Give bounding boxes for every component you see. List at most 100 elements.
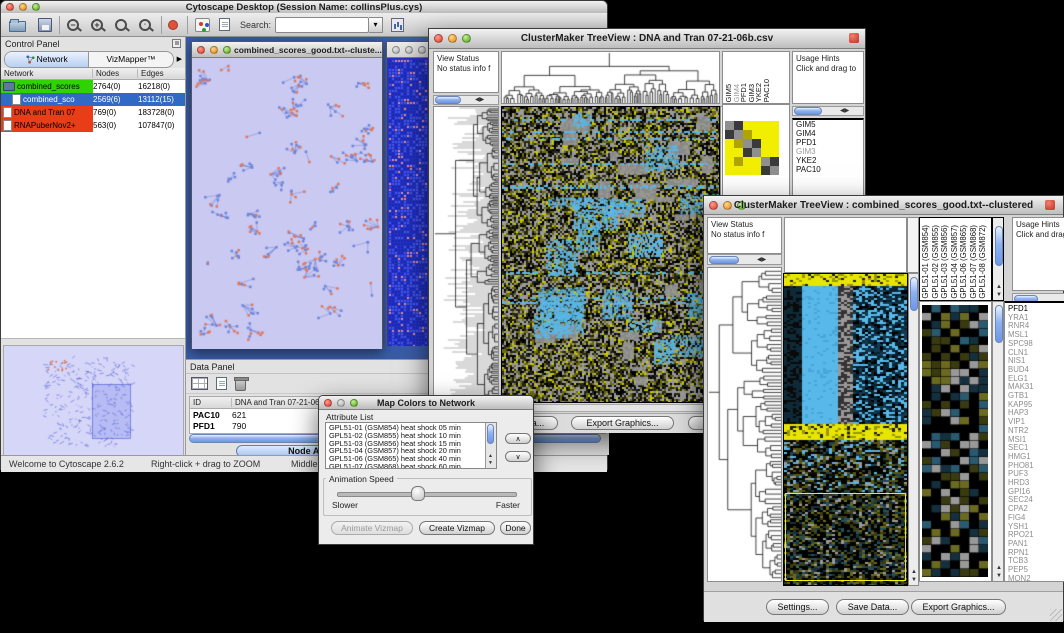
matrix-cell[interactable] xyxy=(761,157,770,166)
row-label[interactable]: PAC10 xyxy=(796,166,863,175)
tab-vizmapper[interactable]: VizMapper™ xyxy=(89,52,172,67)
annotation-icon[interactable] xyxy=(219,18,230,31)
scrollbar-thumb[interactable] xyxy=(709,256,739,264)
matrix-cell[interactable] xyxy=(770,121,779,130)
tab-overflow-arrow[interactable]: ▶ xyxy=(177,55,182,63)
scroll-up-icon[interactable]: ▲ xyxy=(996,565,1002,571)
scroll-right-icon[interactable]: ▶ xyxy=(845,108,850,114)
move-up-button[interactable]: ∧ xyxy=(505,433,531,444)
matrix-cell[interactable] xyxy=(752,157,761,166)
scroll-down-icon[interactable]: ▼ xyxy=(996,292,1002,298)
attribute-item[interactable]: GPL51-01 (GSM854) heat shock 05 min xyxy=(327,424,485,432)
scroll-up-icon[interactable]: ▲ xyxy=(488,453,493,459)
matrix-cell[interactable] xyxy=(752,130,761,139)
matrix-cell[interactable] xyxy=(761,166,770,175)
attribute-listbox[interactable]: GPL51-01 (GSM854) heat shock 05 min GPL51… xyxy=(325,422,497,469)
close-icon[interactable] xyxy=(392,46,400,54)
treeview2-genes-scrollbar[interactable]: ▲ ▼ xyxy=(992,301,1004,582)
attribute-table-icon[interactable] xyxy=(191,377,208,390)
scroll-right-icon[interactable]: ▶ xyxy=(762,257,767,263)
matrix-cell[interactable] xyxy=(725,148,734,157)
matrix-cell[interactable] xyxy=(734,139,743,148)
attribute-item[interactable]: GPL51-06 (GSM865) heat shock 40 min xyxy=(327,455,485,463)
resize-grip[interactable] xyxy=(1050,609,1062,621)
settings-button[interactable]: Settings... xyxy=(766,599,829,615)
matrix-cell[interactable] xyxy=(743,148,752,157)
matrix-cell[interactable] xyxy=(761,148,770,157)
matrix-cell[interactable] xyxy=(761,130,770,139)
attribute-item[interactable]: GPL51-04 (GSM857) heat shock 20 min xyxy=(327,447,485,455)
zoom-in-icon[interactable]: + xyxy=(91,19,103,31)
matrix-cell[interactable] xyxy=(725,166,734,175)
speed-slider-thumb[interactable] xyxy=(411,486,425,501)
scrollbar-thumb[interactable] xyxy=(794,107,822,115)
minimize-icon[interactable] xyxy=(405,46,413,54)
export-graphics-button[interactable]: Export Graphics... xyxy=(571,416,674,430)
matrix-cell[interactable] xyxy=(770,139,779,148)
network-list-row[interactable]: combined_sco2569(6)13112(15) xyxy=(1,93,185,106)
save-data-button[interactable]: Save Data... xyxy=(836,599,909,615)
matrix-cell[interactable] xyxy=(752,148,761,157)
matrix-cell[interactable] xyxy=(725,139,734,148)
scroll-up-icon[interactable]: ▲ xyxy=(911,569,917,575)
network-list-row[interactable]: DNA and Tran 07769(0)183728(0) xyxy=(1,106,185,119)
network-list-row[interactable]: RNAPuberNov2+563(0)107847(0) xyxy=(1,119,185,132)
matrix-cell[interactable] xyxy=(761,121,770,130)
matrix-cell[interactable] xyxy=(770,130,779,139)
new-attribute-icon[interactable] xyxy=(216,377,227,390)
network-list-row[interactable]: combined_scores2764(0)16218(0) xyxy=(1,80,185,93)
matrix-cell[interactable] xyxy=(725,157,734,166)
treeview1-title-bar[interactable]: ClusterMaker TreeView : DNA and Tran 07-… xyxy=(429,29,865,49)
treeview2-labels-scrollbar[interactable]: ▲ ▼ xyxy=(992,217,1004,301)
network-canvas[interactable] xyxy=(192,58,382,349)
scrollbar-thumb[interactable] xyxy=(910,277,918,311)
minimize-icon[interactable] xyxy=(210,46,218,54)
scrollbar-thumb[interactable] xyxy=(487,424,494,444)
move-down-button[interactable]: ∨ xyxy=(505,451,531,462)
heatmap-canvas[interactable] xyxy=(502,107,719,402)
view-status-scrollbar[interactable]: ◀ ▶ xyxy=(433,95,499,105)
matrix-cell[interactable] xyxy=(734,148,743,157)
scrollbar-thumb[interactable] xyxy=(995,226,1003,266)
scroll-right-icon[interactable]: ▶ xyxy=(480,97,485,103)
matrix-cell[interactable] xyxy=(752,166,761,175)
zoom-out-icon[interactable]: − xyxy=(67,19,79,31)
matrix-cell[interactable] xyxy=(734,157,743,166)
scroll-down-icon[interactable]: ▼ xyxy=(488,460,493,466)
speed-slider-track[interactable] xyxy=(337,492,517,497)
treeview2-vertical-scrollbar[interactable]: ▲ ▼ xyxy=(908,273,919,586)
float-panel-icon[interactable] xyxy=(172,39,181,48)
dialog-title-bar[interactable]: Map Colors to Network xyxy=(319,396,533,410)
attribute-item[interactable]: GPL51-03 (GSM856) heat shock 15 min xyxy=(327,440,485,448)
zoom-selected-icon[interactable] xyxy=(115,19,127,31)
search-dropdown-arrow[interactable]: ▾ xyxy=(369,17,383,33)
tab-network[interactable]: Network xyxy=(5,52,89,67)
matrix-cell[interactable] xyxy=(734,166,743,175)
birdseye-view-canvas[interactable] xyxy=(3,345,184,457)
animate-vizmap-button[interactable]: Animate Vizmap xyxy=(331,521,413,535)
matrix-cell[interactable] xyxy=(752,121,761,130)
search-input[interactable] xyxy=(275,17,369,33)
zoom-window-icon[interactable] xyxy=(418,46,426,54)
matrix-cell[interactable] xyxy=(725,130,734,139)
matrix-cell[interactable] xyxy=(770,166,779,175)
top-dendrogram-canvas[interactable] xyxy=(502,52,719,103)
delete-attribute-icon[interactable] xyxy=(235,379,246,391)
import-table-icon[interactable] xyxy=(391,18,404,32)
listbox-scrollbar[interactable]: ▲ ▼ xyxy=(485,423,496,468)
save-session-icon[interactable] xyxy=(38,18,52,32)
attribute-item[interactable]: GPL51-07 (GSM868) heat shock 60 min xyxy=(327,463,485,469)
done-button[interactable]: Done xyxy=(500,521,531,535)
close-icon[interactable] xyxy=(197,46,205,54)
scroll-down-icon[interactable]: ▼ xyxy=(911,577,917,583)
usage-hints-scrollbar[interactable]: ◀ ▶ xyxy=(792,106,864,116)
scroll-up-icon[interactable]: ▲ xyxy=(996,284,1002,290)
export-graphics-button[interactable]: Export Graphics... xyxy=(911,599,1006,615)
matrix-cell[interactable] xyxy=(734,130,743,139)
matrix-cell[interactable] xyxy=(725,121,734,130)
scrollbar-thumb[interactable] xyxy=(435,96,461,104)
view-status-scrollbar[interactable]: ◀ ▶ xyxy=(707,254,782,265)
matrix-cell[interactable] xyxy=(743,166,752,175)
matrix-cell[interactable] xyxy=(743,139,752,148)
vizmapper-icon[interactable] xyxy=(195,18,210,32)
